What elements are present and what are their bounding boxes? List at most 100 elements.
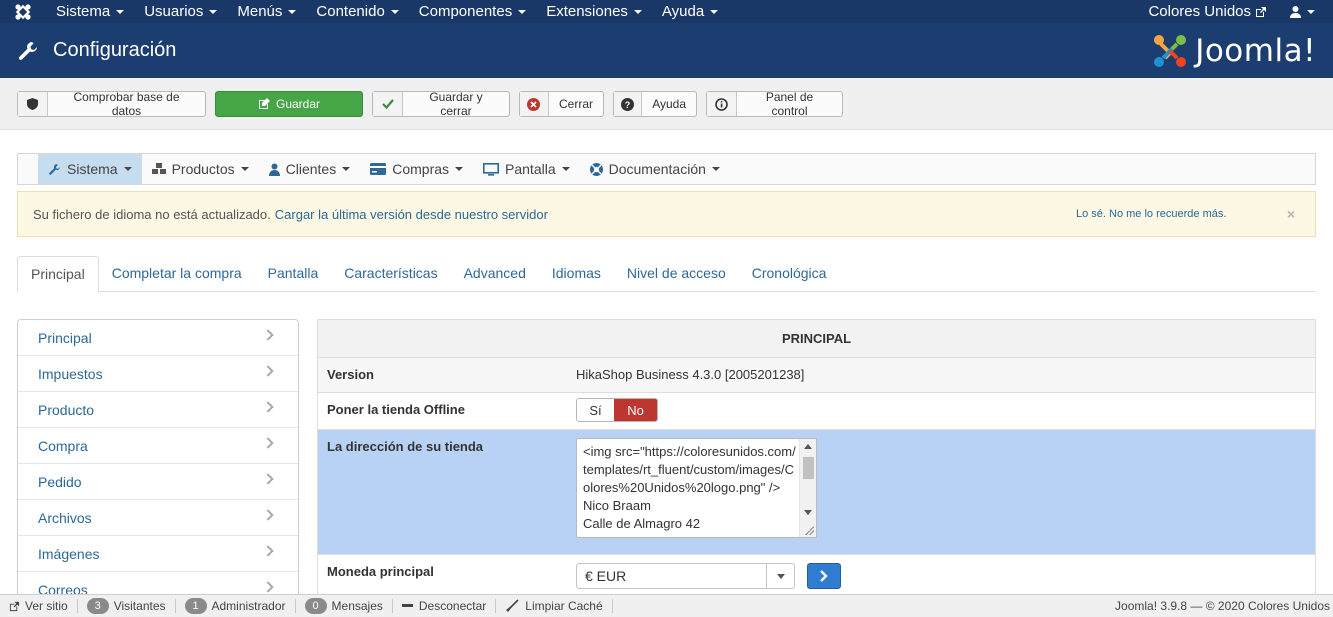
currency-value: € EUR [585,568,627,584]
tab-caracteristicas[interactable]: Características [331,256,450,292]
menu-usuarios[interactable]: Usuarios [134,0,227,23]
hikamenu-documentacion[interactable]: Documentación [580,154,730,184]
caret-down-icon [776,573,785,579]
close-circle-icon [520,92,549,116]
currency-go-button[interactable] [807,563,841,589]
save-button[interactable]: Guardar [215,91,363,117]
cubes-icon [151,163,166,175]
section-nav: Principal Impuestos Producto Compra Pedi… [17,319,299,609]
button-label-wrap: Guardar [216,97,362,111]
site-link[interactable]: Colores Unidos [1148,3,1267,20]
offline-toggle-group: Sí No [576,398,658,422]
caret-down-icon [240,167,249,171]
clear-cache-link[interactable]: Limpiar Caché [496,599,613,613]
resize-grip-icon[interactable] [804,525,814,535]
check-database-button[interactable]: Comprobar base de datos [17,90,206,118]
alert-message: Su fichero de idioma no está actualizado… [33,206,271,222]
tab-principal[interactable]: Principal [17,256,99,293]
menu-label: Usuarios [144,3,204,20]
menu-ayuda[interactable]: Ayuda [652,0,728,23]
scroll-down-icon[interactable] [804,510,812,515]
load-language-link[interactable]: Cargar la última versión desde nuestro s… [275,207,548,222]
messages-link[interactable]: 0 Mensajes [296,598,393,614]
hikamenu-clientes[interactable]: Clientes [259,154,361,184]
section-item-imagenes[interactable]: Imágenes [18,536,298,572]
minus-icon [401,604,413,607]
close-alert-icon[interactable]: × [1287,206,1295,222]
caret-down-icon [209,9,218,14]
broom-icon [506,599,519,612]
offline-no-option[interactable]: No [614,399,657,421]
monitor-icon [483,162,500,176]
view-site-link[interactable]: Ver sitio [0,599,78,613]
save-close-button[interactable]: Guardar y cerrar [372,90,510,118]
version-value: HikaShop Business 4.3.0 [2005201238] [576,367,805,382]
menu-label: Componentes [418,3,513,20]
tab-pantalla[interactable]: Pantalla [255,256,332,292]
toolbar: Comprobar base de datos Guardar Guardar … [0,78,1333,130]
section-label: Pedido [38,473,82,490]
section-item-pedido[interactable]: Pedido [18,464,298,500]
menu-contenido[interactable]: Contenido [306,0,408,23]
button-label: Guardar [275,97,321,111]
chevron-right-icon [262,401,274,413]
check-icon [373,92,403,116]
menu-sistema[interactable]: Sistema [46,0,134,23]
tab-advanced[interactable]: Advanced [451,256,539,292]
section-item-impuestos[interactable]: Impuestos [18,356,298,392]
config-panel: PRINCIPAL Version HikaShop Business 4.3.… [317,319,1316,609]
section-label: Principal [38,329,92,346]
admin-menu: Sistema Usuarios Menús Contenido Compone… [46,0,728,23]
hikamenu-sistema[interactable]: Sistema [38,154,142,184]
scroll-up-icon[interactable] [804,444,812,449]
admin-count-badge: 1 [184,598,207,614]
tab-idiomas[interactable]: Idiomas [539,256,614,292]
logout-link[interactable]: Desconectar [393,599,497,613]
caret-down-icon [711,167,720,171]
info-circle-icon [707,92,737,116]
credit-card-icon [370,163,387,175]
menu-label: Contenido [316,3,385,20]
joomla-logo-icon[interactable] [0,3,46,21]
menu-menus[interactable]: Menús [227,0,306,23]
external-link-icon [9,601,20,611]
tab-cronologica[interactable]: Cronológica [739,256,840,292]
section-item-producto[interactable]: Producto [18,392,298,428]
section-label: Producto [38,401,95,418]
select-arrow [766,564,794,588]
control-panel-button[interactable]: Panel de control [706,90,843,118]
caret-down-icon [561,167,570,171]
tab-completar-compra[interactable]: Completar la compra [99,256,255,292]
textarea-scrollbar[interactable] [799,439,816,537]
messages-label: Mensajes [331,599,383,613]
config-heading: PRINCIPAL [318,320,1315,358]
tab-nivel-acceso[interactable]: Nivel de acceso [614,256,739,292]
address-field-wrap: <img src="https://coloresunidos.com/temp… [576,438,817,538]
offline-yes-option[interactable]: Sí [577,399,614,421]
menu-extensiones[interactable]: Extensiones [536,0,652,23]
currency-select[interactable]: € EUR [576,563,795,589]
hikamenu-pantalla[interactable]: Pantalla [473,154,580,184]
menu-componentes[interactable]: Componentes [409,0,536,23]
logout-label: Desconectar [418,599,487,613]
scroll-thumb[interactable] [803,457,814,479]
section-item-principal[interactable]: Principal [18,320,298,356]
hikamenu-productos[interactable]: Productos [142,154,259,184]
menu-label: Clientes [285,161,337,177]
section-item-archivos[interactable]: Archivos [18,500,298,536]
button-label: Guardar y cerrar [429,90,483,118]
edit-icon [258,98,270,109]
close-button[interactable]: Cerrar [519,91,604,117]
user-menu[interactable] [1289,5,1315,18]
dismiss-alert-link[interactable]: Lo sé. No me lo recuerde más. [1076,208,1226,220]
address-row: La dirección de su tienda <img src="http… [318,430,1315,555]
visitors-count-badge: 3 [86,598,109,614]
section-item-compra[interactable]: Compra [18,428,298,464]
address-textarea[interactable]: <img src="https://coloresunidos.com/temp… [576,438,817,538]
version-label: Version [327,367,374,382]
hikamenu-compras[interactable]: Compras [360,154,473,184]
offline-label: Poner la tienda Offline [327,402,465,417]
help-button[interactable]: ? Ayuda [613,91,697,117]
menu-label: Compras [392,161,450,177]
caret-down-icon [710,9,719,14]
